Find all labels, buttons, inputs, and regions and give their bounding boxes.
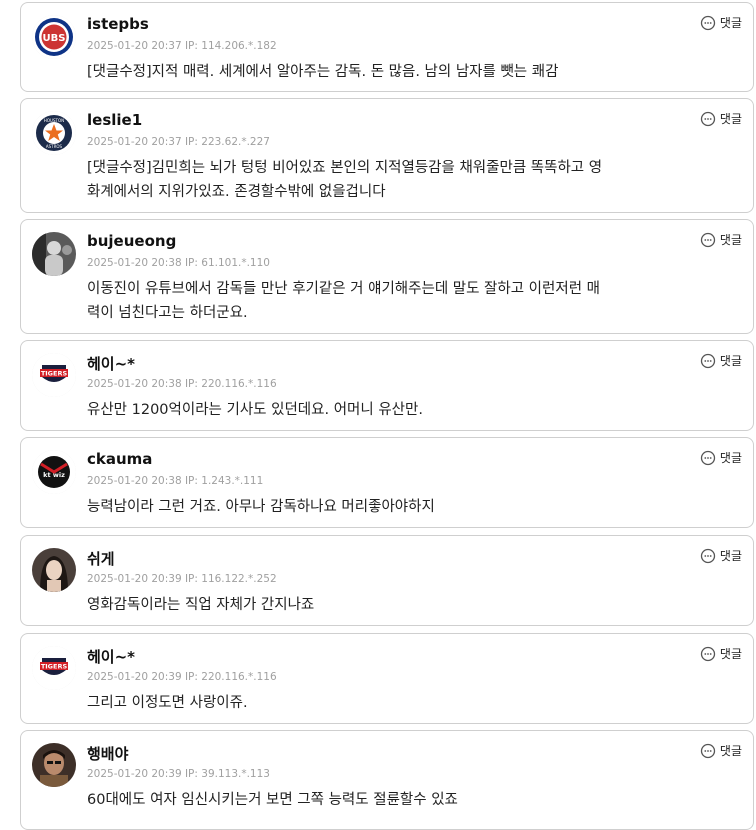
comment-item: kt wiz ckauma 2025-01-20 20:38 IP: 1.243.*… [20, 437, 754, 528]
comment-meta: 2025-01-20 20:39 IP: 220.116.*.116 [87, 671, 277, 683]
avatar[interactable]: HOUSTON ASTROS [32, 111, 76, 155]
speech-bubble-icon [700, 353, 716, 368]
avatar[interactable]: TIGERS [32, 646, 76, 690]
comment-meta: 2025-01-20 20:37 IP: 223.62.*.227 [87, 136, 270, 148]
comment-text: 영화감독이라는 직업 자체가 간지나죠 [87, 593, 739, 617]
reply-label: 댓글 [719, 647, 742, 661]
comment-meta: 2025-01-20 20:39 IP: 39.113.*.113 [87, 768, 270, 780]
speech-bubble-icon [700, 232, 716, 247]
comment-item: 행배야 2025-01-20 20:39 IP: 39.113.*.113 60대에… [20, 730, 754, 830]
avatar[interactable]: TIGERS [32, 353, 76, 397]
comment-text: 60대에도 여자 임신시키는거 보면 그쪽 능력도 절륜할수 있죠 [87, 788, 739, 812]
avatar[interactable]: kt wiz [32, 450, 76, 494]
comment-text-line: [댓글수정]김민희는 뇌가 텅텅 비어있죠 본인의 지적열등감을 채워줄만큼 똑… [87, 160, 603, 176]
reply-label: 댓글 [719, 549, 742, 563]
comment-author[interactable]: 헤이~* [87, 646, 135, 667]
svg-text:kt wiz: kt wiz [43, 471, 65, 479]
comment-item: UBS istepbs 2025-01-20 20:37 IP: 114.206.*… [20, 2, 754, 92]
reply-label: 댓글 [719, 354, 742, 368]
reply-button[interactable]: 댓글 [700, 645, 742, 662]
comment-item: bujeueong 2025-01-20 20:38 IP: 61.101.*.1… [20, 219, 754, 334]
reply-button[interactable]: 댓글 [700, 110, 742, 127]
comment-meta: 2025-01-20 20:37 IP: 114.206.*.182 [87, 40, 277, 52]
comment-text-line: 력이 넘친다고는 하더군요. [87, 305, 248, 321]
comment-author[interactable]: 행배야 [87, 743, 128, 764]
reply-button[interactable]: 댓글 [700, 352, 742, 369]
reply-label: 댓글 [719, 112, 742, 126]
comment-text-line: [댓글수정]지적 매력. 세계에서 알아주는 감독. 돈 많음. 남의 남자를 … [87, 64, 559, 80]
comment-text-line: 영화감독이라는 직업 자체가 간지나죠 [87, 597, 315, 613]
avatar[interactable] [32, 743, 76, 787]
speech-bubble-icon [700, 646, 716, 661]
comment-item: TIGERS 헤이~* 2025-01-20 20:38 IP: 220.116.*… [20, 340, 754, 431]
comment-text: [댓글수정]김민희는 뇌가 텅텅 비어있죠 본인의 지적열등감을 채워줄만큼 똑… [87, 156, 739, 204]
speech-bubble-icon [700, 450, 716, 465]
comment-author[interactable]: leslie1 [87, 111, 142, 129]
avatar[interactable] [32, 232, 76, 276]
avatar[interactable]: UBS [32, 15, 76, 59]
svg-text:TIGERS: TIGERS [41, 663, 68, 671]
avatar[interactable] [32, 548, 76, 592]
svg-text:ASTROS: ASTROS [46, 144, 63, 149]
comment-text: 능력남이라 그런 거죠. 아무나 감독하나요 머리좋아야하지 [87, 495, 739, 519]
comment-author[interactable]: bujeueong [87, 232, 176, 250]
speech-bubble-icon [700, 15, 716, 30]
comment-text: 그리고 이정도면 사랑이쥬. [87, 691, 739, 715]
comment-text-line: 능력남이라 그런 거죠. 아무나 감독하나요 머리좋아야하지 [87, 499, 435, 515]
speech-bubble-icon [700, 743, 716, 758]
reply-label: 댓글 [719, 233, 742, 247]
speech-bubble-icon [700, 111, 716, 126]
comment-author[interactable]: istepbs [87, 15, 149, 33]
svg-text:HOUSTON: HOUSTON [44, 118, 64, 123]
reply-label: 댓글 [719, 16, 742, 30]
comment-text-line: 유산만 1200억이라는 기사도 있던데요. 어머니 유산만. [87, 402, 423, 418]
comment-text-line: 60대에도 여자 임신시키는거 보면 그쪽 능력도 절륜할수 있죠 [87, 792, 458, 808]
comment-text-line: 그리고 이정도면 사랑이쥬. [87, 695, 248, 711]
comment-item: 쉬게 2025-01-20 20:39 IP: 116.122.*.252 영화감독… [20, 535, 754, 626]
svg-text:TIGERS: TIGERS [41, 370, 68, 378]
comment-text: 이동진이 유튜브에서 감독들 만난 후기같은 거 얘기해주는데 말도 잘하고 이… [87, 277, 739, 325]
comment-meta: 2025-01-20 20:39 IP: 116.122.*.252 [87, 573, 277, 585]
comment-text-line: 화계에서의 지위가있죠. 존경할수밖에 없을겁니다 [87, 184, 386, 200]
comment-text: 유산만 1200억이라는 기사도 있던데요. 어머니 유산만. [87, 398, 739, 422]
reply-button[interactable]: 댓글 [700, 14, 742, 31]
reply-label: 댓글 [719, 744, 742, 758]
comment-text-line: 이동진이 유튜브에서 감독들 만난 후기같은 거 얘기해주는데 말도 잘하고 이… [87, 281, 600, 297]
reply-button[interactable]: 댓글 [700, 547, 742, 564]
comment-meta: 2025-01-20 20:38 IP: 220.116.*.116 [87, 378, 277, 390]
comment-author[interactable]: ckauma [87, 450, 152, 468]
speech-bubble-icon [700, 548, 716, 563]
comment-meta: 2025-01-20 20:38 IP: 61.101.*.110 [87, 257, 270, 269]
comment-item: TIGERS 헤이~* 2025-01-20 20:39 IP: 220.116.*… [20, 633, 754, 724]
reply-button[interactable]: 댓글 [700, 449, 742, 466]
comment-item: HOUSTON ASTROS leslie1 2025-01-20 20:37 IP:… [20, 98, 754, 213]
comment-author[interactable]: 헤이~* [87, 353, 135, 374]
comment-text: [댓글수정]지적 매력. 세계에서 알아주는 감독. 돈 많음. 남의 남자를 … [87, 60, 739, 84]
reply-button[interactable]: 댓글 [700, 742, 742, 759]
reply-button[interactable]: 댓글 [700, 231, 742, 248]
comment-list: UBS istepbs 2025-01-20 20:37 IP: 114.206.*… [0, 0, 756, 830]
comment-author[interactable]: 쉬게 [87, 548, 115, 569]
svg-text:UBS: UBS [43, 33, 66, 44]
comment-meta: 2025-01-20 20:38 IP: 1.243.*.111 [87, 475, 264, 487]
reply-label: 댓글 [719, 451, 742, 465]
